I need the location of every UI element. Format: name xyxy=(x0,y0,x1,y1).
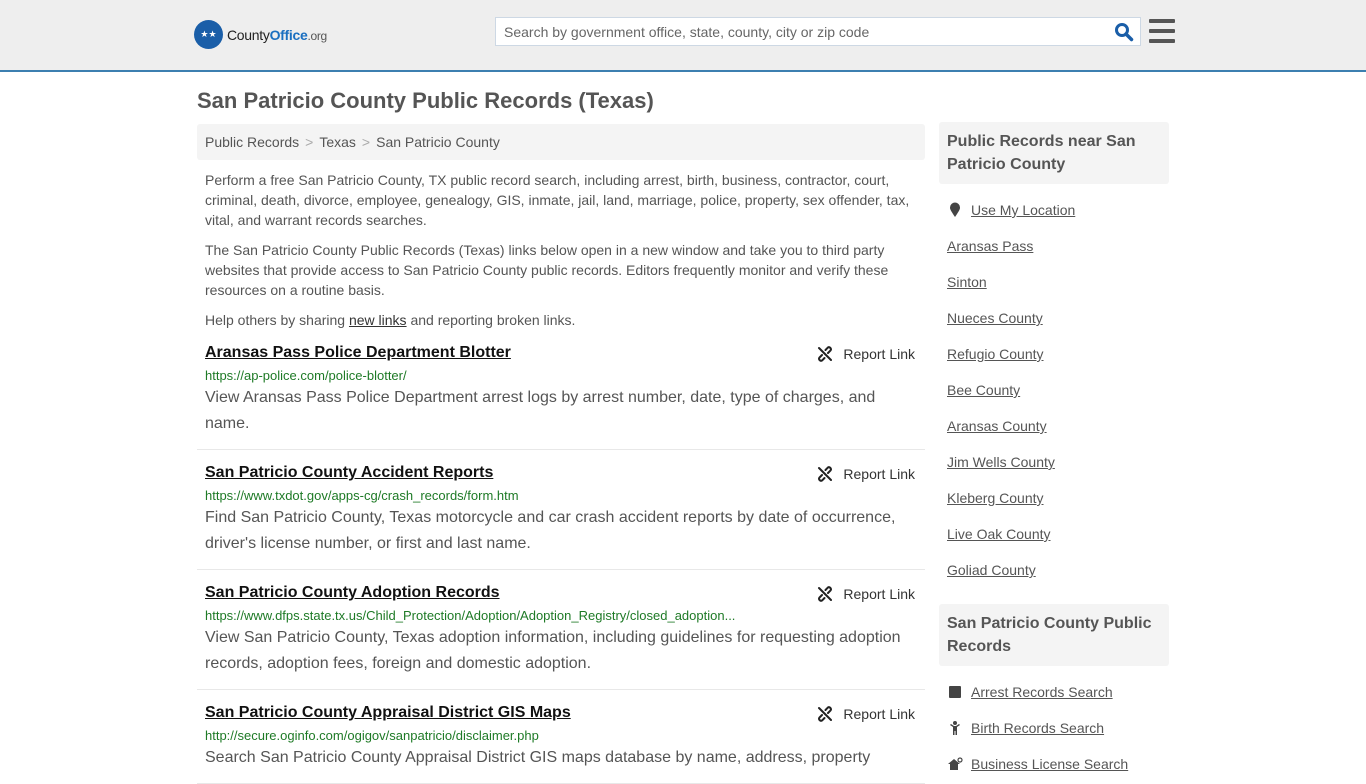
broken-link-icon xyxy=(818,706,833,722)
breadcrumb-public-records[interactable]: Public Records xyxy=(205,134,299,150)
nearby-link[interactable]: Live Oak County xyxy=(947,526,1051,542)
records-link[interactable]: Arrest Records Search xyxy=(971,684,1113,700)
breadcrumb-separator: > xyxy=(305,134,314,150)
entry-title-link[interactable]: San Patricio County Appraisal District G… xyxy=(205,704,571,722)
square-icon xyxy=(947,686,963,698)
nearby-link[interactable]: Kleberg County xyxy=(947,490,1044,506)
new-links-link[interactable]: new links xyxy=(349,312,407,328)
entry-url: http://secure.oginfo.com/ogigov/sanpatri… xyxy=(205,728,539,743)
nearby-item: Bee County xyxy=(947,372,1161,408)
search-button[interactable] xyxy=(1114,22,1134,42)
nearby-item: Refugio County xyxy=(947,336,1161,372)
breadcrumb: Public Records > Texas > San Patricio County xyxy=(197,124,925,160)
use-location-item: Use My Location xyxy=(947,192,1161,228)
nearby-item: Live Oak County xyxy=(947,516,1161,552)
nearby-link[interactable]: Jim Wells County xyxy=(947,454,1055,470)
broken-link-icon xyxy=(818,346,833,362)
nearby-item: Kleberg County xyxy=(947,480,1161,516)
breadcrumb-texas[interactable]: Texas xyxy=(319,134,356,150)
records-link[interactable]: Business License Search xyxy=(971,756,1128,772)
nearby-item: Sinton xyxy=(947,264,1161,300)
report-link-button[interactable]: Report Link xyxy=(817,706,915,722)
report-link-button[interactable]: Report Link xyxy=(817,346,915,362)
records-item: Arrest Records Search xyxy=(947,674,1161,710)
page-title: San Patricio County Public Records (Texa… xyxy=(197,88,654,113)
use-my-location-link[interactable]: Use My Location xyxy=(971,202,1075,218)
breadcrumb-separator: > xyxy=(361,134,371,150)
nearby-item: Aransas Pass xyxy=(947,228,1161,264)
nearby-heading: Public Records near San Patricio County xyxy=(939,122,1169,184)
search-form xyxy=(495,17,1141,46)
records-link[interactable]: Birth Records Search xyxy=(971,720,1104,736)
nearby-link[interactable]: Refugio County xyxy=(947,346,1044,362)
intro-text: Perform a free San Patricio County, TX p… xyxy=(197,170,925,330)
entry-description: Search San Patricio County Appraisal Dis… xyxy=(205,749,871,766)
hamburger-menu-icon[interactable] xyxy=(1149,19,1175,43)
nearby-link[interactable]: Aransas County xyxy=(947,418,1047,434)
main-content: Public Records > Texas > San Patricio County… xyxy=(197,124,925,784)
entry-title-link[interactable]: San Patricio County Accident Reports xyxy=(205,464,493,482)
broken-link-icon xyxy=(818,586,833,602)
site-header: ★★ CountyOffice.org xyxy=(0,0,1366,72)
site-logo[interactable]: ★★ CountyOffice.org xyxy=(194,20,327,49)
record-entry: San Patricio County Adoption Records Rep… xyxy=(197,570,925,690)
intro-paragraph: The San Patricio County Public Records (… xyxy=(205,242,889,298)
report-link-button[interactable]: Report Link xyxy=(817,586,915,602)
nearby-link[interactable]: Bee County xyxy=(947,382,1020,398)
records-heading: San Patricio County Public Records xyxy=(939,604,1169,666)
nearby-item: Nueces County xyxy=(947,300,1161,336)
record-entry: Aransas Pass Police Department Blotter R… xyxy=(197,330,925,450)
records-list: Arrest Records Search Birth Records Sear… xyxy=(939,666,1169,782)
nearby-item: Aransas County xyxy=(947,408,1161,444)
entry-url: https://www.dfps.state.tx.us/Child_Prote… xyxy=(205,608,736,623)
entry-title-link[interactable]: Aransas Pass Police Department Blotter xyxy=(205,344,511,362)
nearby-link[interactable]: Sinton xyxy=(947,274,987,290)
entry-title-link[interactable]: San Patricio County Adoption Records xyxy=(205,584,500,602)
business-icon xyxy=(947,757,963,771)
logo-text: CountyOffice.org xyxy=(227,26,327,43)
nearby-link[interactable]: Goliad County xyxy=(947,562,1036,578)
entry-description: View San Patricio County, Texas adoption… xyxy=(205,629,901,672)
breadcrumb-current: San Patricio County xyxy=(376,134,500,150)
map-marker-icon xyxy=(947,202,963,218)
search-icon xyxy=(1115,23,1134,42)
records-item: Business License Search xyxy=(947,746,1161,782)
entry-url: https://www.txdot.gov/apps-cg/crash_reco… xyxy=(205,488,519,503)
record-entry: San Patricio County Appraisal District G… xyxy=(197,690,925,784)
intro-paragraph: Perform a free San Patricio County, TX p… xyxy=(205,172,910,228)
records-item: Birth Records Search xyxy=(947,710,1161,746)
nearby-link[interactable]: Nueces County xyxy=(947,310,1043,326)
nearby-item: Goliad County xyxy=(947,552,1161,588)
broken-link-icon xyxy=(818,466,833,482)
eagle-logo-icon: ★★ xyxy=(194,20,223,49)
sidebar: Public Records near San Patricio County … xyxy=(939,122,1169,782)
child-icon xyxy=(947,721,963,735)
entry-description: Find San Patricio County, Texas motorcyc… xyxy=(205,509,896,552)
search-input[interactable] xyxy=(496,18,1096,45)
entry-url: https://ap-police.com/police-blotter/ xyxy=(205,368,407,383)
record-entry: San Patricio County Accident Reports Rep… xyxy=(197,450,925,570)
report-link-button[interactable]: Report Link xyxy=(817,466,915,482)
nearby-list: Use My Location Aransas Pass Sinton Nuec… xyxy=(939,184,1169,588)
nearby-link[interactable]: Aransas Pass xyxy=(947,238,1033,254)
entry-description: View Aransas Pass Police Department arre… xyxy=(205,389,876,432)
nearby-item: Jim Wells County xyxy=(947,444,1161,480)
help-paragraph: Help others by sharing new links and rep… xyxy=(205,312,576,328)
